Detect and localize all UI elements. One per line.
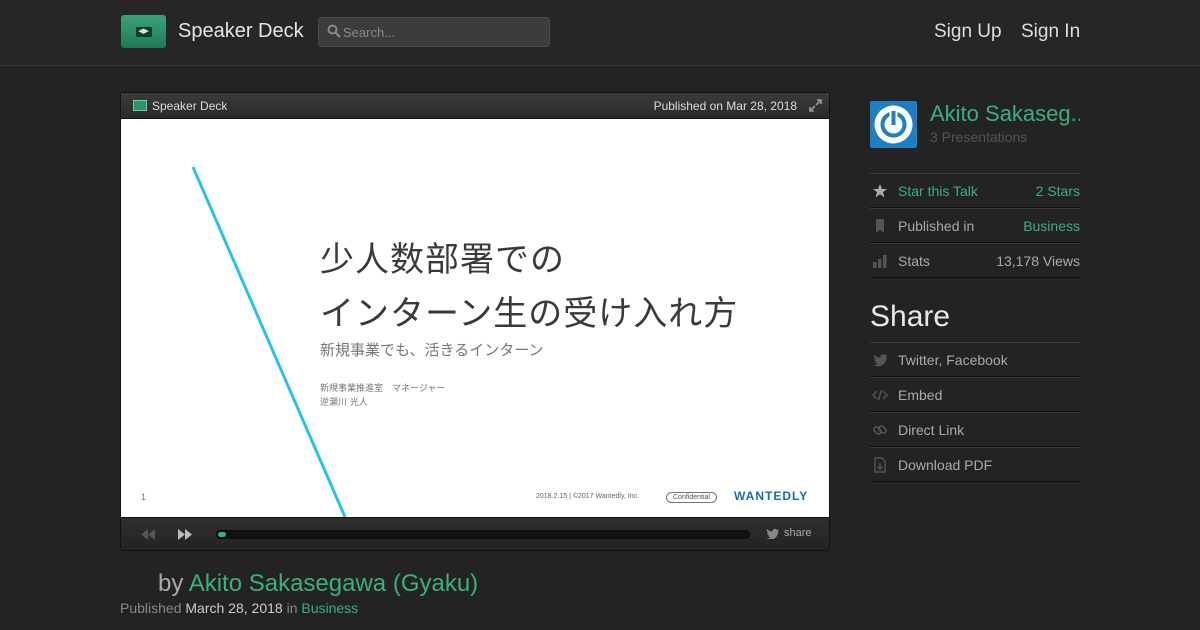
in-word: in xyxy=(286,600,298,616)
sidebar-author-name[interactable]: Akito Sakaseg... xyxy=(930,101,1080,127)
share-download-pdf[interactable]: Download PDF xyxy=(870,447,1080,482)
slide-presenter-role: 新規事業推進室 マネージャー xyxy=(320,384,446,394)
star-icon xyxy=(873,184,887,198)
talk-published-info: Published March 28, 2018 in Business xyxy=(120,600,358,616)
category-link[interactable]: Business xyxy=(301,600,358,616)
share-label: share xyxy=(784,527,812,539)
sign-up-link[interactable]: Sign Up xyxy=(934,21,1002,43)
player-title-bar: Speaker Deck Published on Mar 28, 2018 xyxy=(121,93,829,119)
share-embed[interactable]: Embed xyxy=(870,377,1080,412)
share-twitter-facebook-label: Twitter, Facebook xyxy=(898,352,1008,368)
player-published-date: Published on Mar 28, 2018 xyxy=(653,99,797,113)
star-talk-row[interactable]: Star this Talk 2 Stars xyxy=(870,173,1080,208)
slide-presenter-name: 逆瀬川 光人 xyxy=(320,398,368,408)
twitter-bird-icon xyxy=(873,354,888,367)
share-twitter-facebook[interactable]: Twitter, Facebook xyxy=(870,342,1080,377)
speaker-deck-mini-logo-icon xyxy=(133,100,147,111)
slide-title-line-2: インターン生の受け入れ方 xyxy=(320,294,739,334)
previous-slide-icon[interactable] xyxy=(141,529,155,540)
sidebar-presentation-count: 3 Presentations xyxy=(930,129,1028,145)
talk-byline: by Akito Sakasegawa (Gyaku) xyxy=(158,570,478,598)
top-navigation-bar: ◀▶ Speaker Deck Sign Up Sign In xyxy=(0,0,1200,66)
logo-arrows-icon: ◀▶ xyxy=(135,26,152,37)
stars-count: 2 Stars xyxy=(1035,183,1080,199)
twitter-bird-icon xyxy=(766,528,779,539)
author-avatar[interactable] xyxy=(870,101,917,148)
share-embed-label: Embed xyxy=(898,387,943,403)
stats-label: Stats xyxy=(898,253,930,269)
speaker-deck-logo[interactable]: ◀▶ xyxy=(121,15,166,48)
slide-progress-fill xyxy=(218,532,226,537)
published-prefix: Published xyxy=(120,600,182,616)
player-controls: share xyxy=(121,517,829,550)
next-slide-icon[interactable] xyxy=(178,529,192,540)
fullscreen-icon[interactable] xyxy=(809,99,822,112)
stats-row[interactable]: Stats 13,178 Views xyxy=(870,243,1080,278)
download-document-icon xyxy=(874,457,886,473)
published-date: March 28, 2018 xyxy=(185,600,283,616)
stats-bars-icon xyxy=(873,255,887,268)
download-pdf-label: Download PDF xyxy=(898,457,993,473)
bookmark-icon xyxy=(876,219,884,233)
sign-in-link[interactable]: Sign In xyxy=(1021,21,1080,43)
slide-subtitle: 新規事業でも、活きるインターン xyxy=(320,341,544,359)
slide-view[interactable]: 少人数部署での インターン生の受け入れ方 新規事業でも、活きるインターン 新規事… xyxy=(121,119,829,517)
search-box[interactable] xyxy=(318,17,550,47)
search-input[interactable] xyxy=(343,21,543,43)
slide-confidential-badge: Confidential xyxy=(666,492,717,503)
player-share-button[interactable]: share xyxy=(766,527,812,539)
link-chain-icon xyxy=(873,425,887,435)
slide-player: Speaker Deck Published on Mar 28, 2018 少… xyxy=(120,92,830,551)
by-prefix: by xyxy=(158,570,184,597)
published-in-label: Published in xyxy=(898,218,975,234)
star-this-talk-label[interactable]: Star this Talk xyxy=(898,183,978,199)
published-in-row: Published in Business xyxy=(870,208,1080,243)
slide-title-line-1: 少人数部署での xyxy=(320,240,565,280)
slide-page-number: 1 xyxy=(141,492,147,502)
published-in-category-link[interactable]: Business xyxy=(1023,218,1080,234)
search-icon xyxy=(327,24,341,38)
slide-progress-bar[interactable] xyxy=(216,530,750,539)
share-direct-link-label: Direct Link xyxy=(898,422,965,438)
slide-footer-text: 2018.2.15 | ©2017 Wantedly, Inc. xyxy=(536,493,640,500)
code-embed-icon xyxy=(872,389,888,401)
views-count: 13,178 Views xyxy=(996,253,1080,269)
power-symbol-icon xyxy=(874,105,913,144)
share-heading: Share xyxy=(870,300,951,333)
share-direct-link[interactable]: Direct Link xyxy=(870,412,1080,447)
wantedly-logo: WANTEDLY xyxy=(734,489,809,503)
player-brand[interactable]: Speaker Deck xyxy=(152,99,227,113)
brand-name[interactable]: Speaker Deck xyxy=(178,20,304,43)
talk-author-link[interactable]: Akito Sakasegawa (Gyaku) xyxy=(189,570,478,597)
